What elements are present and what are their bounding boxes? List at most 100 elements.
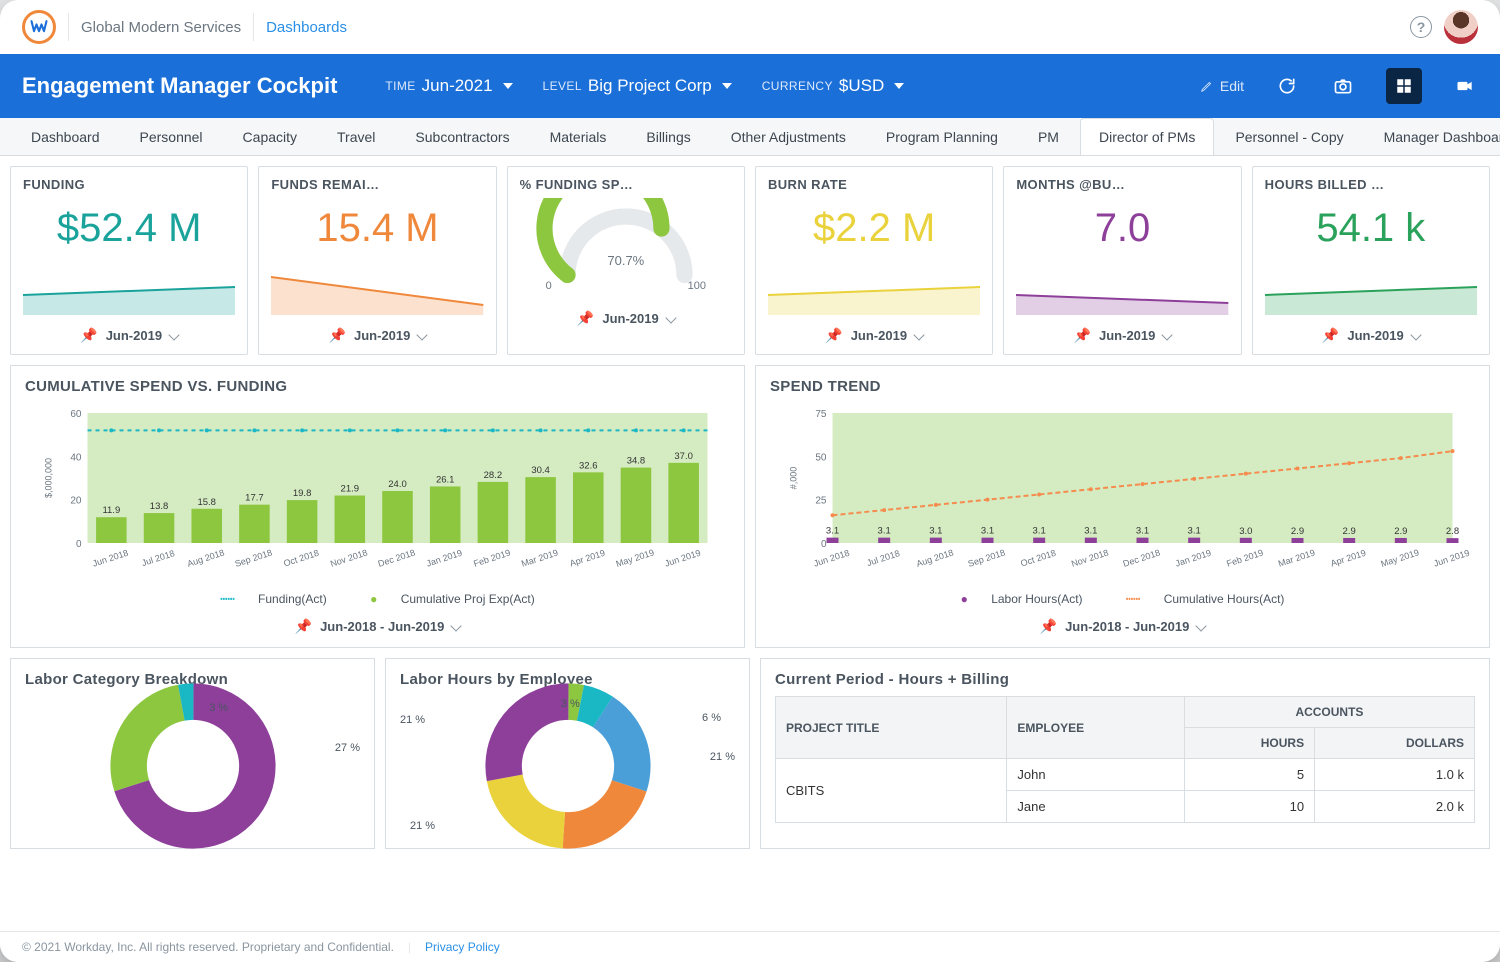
kpi-date-selector[interactable]: 📌 Jun-2019 (520, 310, 732, 327)
chevron-down-icon (451, 620, 462, 631)
cumulative-spend-chart: 0204060$,000,00011.9Jun 201813.8Jul 2018… (25, 403, 730, 583)
labor-hours-employee-card: Labor Hours by Employee 3 % 6 % 21 % 21 … (385, 658, 750, 849)
tab-strip: DashboardPersonnelCapacityTravelSubcontr… (0, 118, 1500, 156)
svg-text:Aug 2018: Aug 2018 (915, 547, 955, 568)
pin-icon: 📌 (577, 310, 594, 327)
svg-text:Jul 2018: Jul 2018 (866, 548, 901, 568)
chevron-down-icon (913, 329, 924, 340)
chevron-down-icon (1410, 329, 1421, 340)
svg-text:75: 75 (815, 409, 827, 420)
kpi-date-selector[interactable]: 📌 Jun-2019 (271, 327, 483, 344)
chart-title: SPEND TREND (770, 378, 1475, 395)
edit-button[interactable]: Edit (1200, 78, 1244, 94)
top-bar: Global Modern Services Dashboards ? (0, 0, 1500, 54)
kpi-date-selector[interactable]: 📌 Jun-2019 (23, 327, 235, 344)
refresh-icon[interactable] (1274, 73, 1300, 99)
breadcrumb-dashboards[interactable]: Dashboards (266, 19, 347, 36)
svg-text:3.1: 3.1 (981, 526, 994, 537)
currency-filter[interactable]: CURRENCY $USD (762, 76, 905, 96)
tab-materials[interactable]: Materials (531, 118, 626, 155)
kpi-date-selector[interactable]: 📌 Jun-2019 (768, 327, 980, 344)
svg-text:3.1: 3.1 (929, 526, 942, 537)
svg-text:May 2019: May 2019 (1380, 547, 1421, 569)
privacy-policy-link[interactable]: Privacy Policy (425, 940, 500, 954)
footer: © 2021 Workday, Inc. All rights reserved… (0, 931, 1500, 962)
labor-category-donut (108, 681, 278, 851)
svg-text:Mar 2019: Mar 2019 (520, 548, 559, 569)
svg-text:2.8: 2.8 (1446, 526, 1459, 537)
time-filter[interactable]: TIME Jun-2021 (385, 76, 512, 96)
pin-icon: 📌 (329, 327, 346, 344)
svg-text:Oct 2018: Oct 2018 (282, 548, 320, 569)
kpi-card-3: BURN RATE$2.2 M 📌 Jun-2019 (755, 166, 993, 355)
svg-text:Jan 2019: Jan 2019 (425, 548, 463, 569)
tab-program-planning[interactable]: Program Planning (867, 118, 1017, 155)
tab-travel[interactable]: Travel (318, 118, 394, 155)
svg-text:Nov 2018: Nov 2018 (329, 547, 369, 568)
trend-range-selector[interactable]: 📌 Jun-2018 - Jun-2019 (770, 618, 1475, 635)
camera-icon[interactable] (1330, 73, 1356, 99)
svg-text:Jun 2019: Jun 2019 (1432, 548, 1470, 569)
cumulative-spend-card: CUMULATIVE SPEND VS. FUNDING 0204060$,00… (10, 365, 745, 648)
tab-subcontractors[interactable]: Subcontractors (396, 118, 528, 155)
grid-view-icon[interactable] (1386, 68, 1422, 104)
table-row[interactable]: CBITSJohn51.0 k (776, 759, 1475, 791)
user-avatar[interactable] (1444, 10, 1478, 44)
tab-pm[interactable]: PM (1019, 118, 1078, 155)
svg-text:Apr 2019: Apr 2019 (1329, 548, 1367, 569)
kpi-date-selector[interactable]: 📌 Jun-2019 (1016, 327, 1228, 344)
svg-text:21.9: 21.9 (341, 484, 360, 495)
cumulative-range-selector[interactable]: 📌 Jun-2018 - Jun-2019 (25, 618, 730, 635)
tab-director-of-pms[interactable]: Director of PMs (1080, 118, 1214, 155)
svg-text:Jul 2018: Jul 2018 (140, 548, 175, 568)
level-filter[interactable]: LEVEL Big Project Corp (543, 76, 732, 96)
tab-billings[interactable]: Billings (627, 118, 709, 155)
svg-text:13.8: 13.8 (150, 501, 169, 512)
svg-text:Jun 2018: Jun 2018 (91, 548, 129, 569)
pin-icon: 📌 (825, 327, 842, 344)
svg-text:Dec 2018: Dec 2018 (377, 547, 417, 568)
tab-personnel-copy[interactable]: Personnel - Copy (1216, 118, 1362, 155)
pencil-icon (1200, 79, 1214, 93)
svg-text:24.0: 24.0 (388, 479, 407, 490)
help-icon[interactable]: ? (1410, 16, 1432, 38)
spend-trend-card: SPEND TREND 0255075#,0003.1Jun 20183.1Ju… (755, 365, 1490, 648)
legend-cum-hours: ┅┅ Cumulative Hours(Act) (1116, 592, 1295, 606)
tab-personnel[interactable]: Personnel (121, 118, 222, 155)
page-header-bar: Engagement Manager Cockpit TIME Jun-2021… (0, 54, 1500, 118)
tab-manager-dashboard[interactable]: Manager Dashboard (1365, 118, 1500, 155)
svg-text:3.1: 3.1 (878, 526, 891, 537)
pin-icon: 📌 (295, 618, 312, 635)
legend-funding: ┅┅ Funding(Act) (210, 592, 337, 606)
svg-text:2.9: 2.9 (1394, 526, 1407, 537)
svg-text:Oct 2018: Oct 2018 (1019, 548, 1057, 569)
kpi-card-4: MONTHS @BU…7.0 📌 Jun-2019 (1003, 166, 1241, 355)
chart-title: CUMULATIVE SPEND VS. FUNDING (25, 378, 730, 395)
svg-text:Apr 2019: Apr 2019 (568, 548, 606, 569)
pin-icon: 📌 (1322, 327, 1339, 344)
svg-text:20: 20 (70, 496, 82, 507)
svg-text:32.6: 32.6 (579, 460, 598, 471)
svg-text:#,000: #,000 (789, 467, 799, 490)
svg-text:Aug 2018: Aug 2018 (186, 547, 226, 568)
pin-icon: 📌 (80, 327, 97, 344)
caret-down-icon (722, 83, 732, 89)
svg-text:28.2: 28.2 (484, 470, 503, 481)
svg-text:3.1: 3.1 (1033, 526, 1046, 537)
tab-capacity[interactable]: Capacity (224, 118, 316, 155)
labor-category-card: Labor Category Breakdown 3 % 27 % (10, 658, 375, 849)
svg-text:11.9: 11.9 (102, 505, 120, 516)
tab-dashboard[interactable]: Dashboard (12, 118, 119, 155)
chevron-down-icon (665, 312, 676, 323)
svg-text:3.0: 3.0 (1239, 526, 1252, 537)
svg-text:26.1: 26.1 (436, 474, 455, 485)
svg-text:3.1: 3.1 (1084, 526, 1097, 537)
kpi-date-selector[interactable]: 📌 Jun-2019 (1265, 327, 1477, 344)
legend-labor-hours: ● Labor Hours(Act) (951, 592, 1093, 606)
svg-text:34.8: 34.8 (627, 456, 646, 467)
tab-other-adjustments[interactable]: Other Adjustments (712, 118, 865, 155)
video-icon[interactable] (1452, 73, 1478, 99)
chevron-down-icon (417, 329, 428, 340)
svg-text:60: 60 (70, 409, 82, 420)
svg-text:0: 0 (821, 539, 827, 550)
